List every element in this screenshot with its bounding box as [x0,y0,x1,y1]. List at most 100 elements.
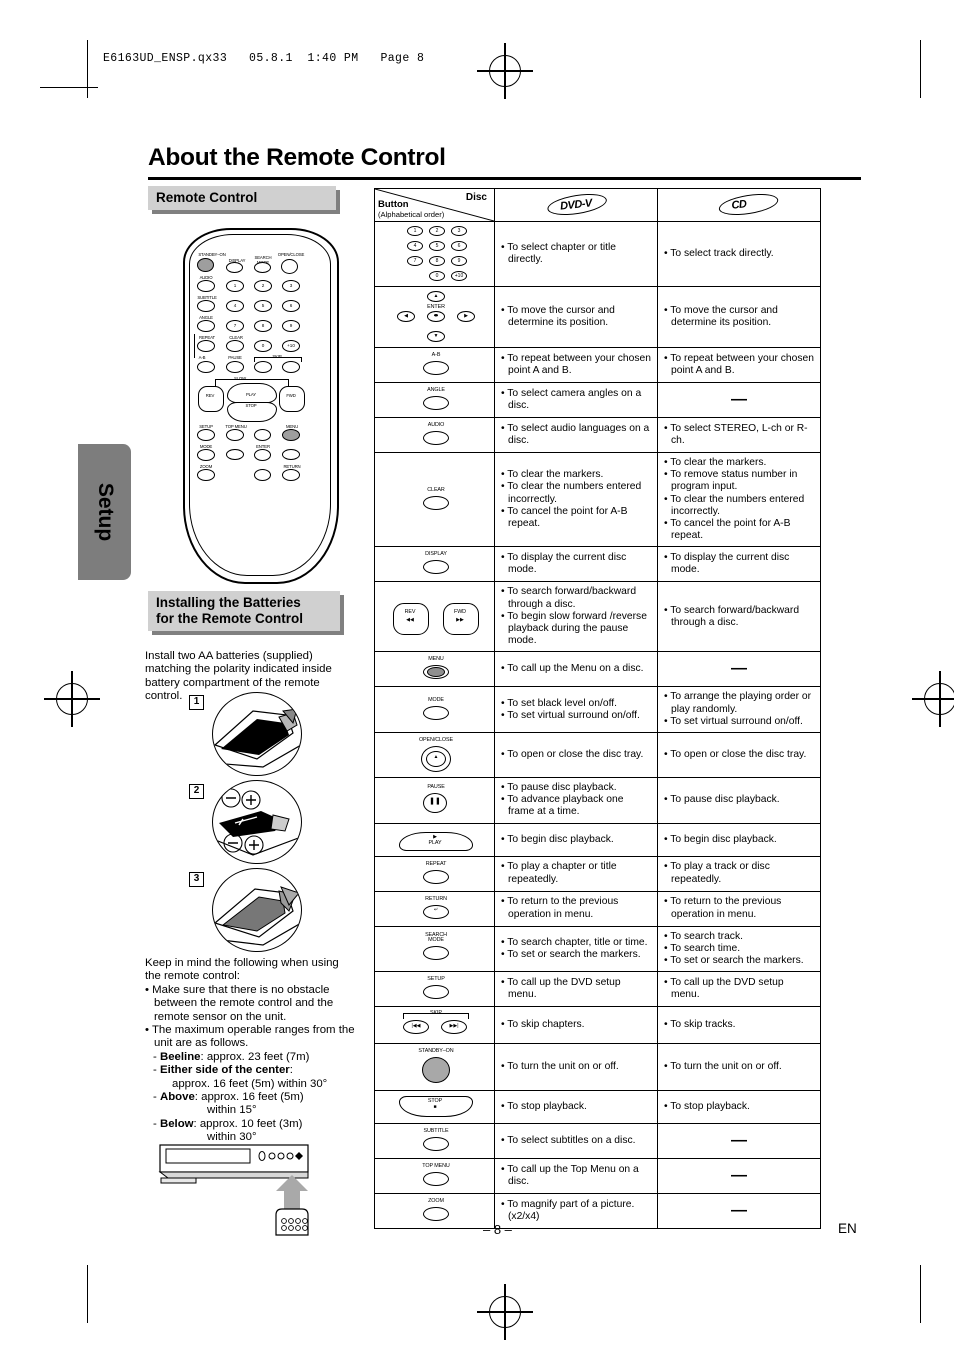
dvd-description-cell-text: • To magnify part of a picture. (x2/x4) [495,1195,657,1227]
table-row: STOP ■ • To stop playback. • To stop playba… [374,1090,821,1125]
label-stop: STOP [245,403,257,408]
remote-angle-button[interactable] [197,320,215,332]
battery-figure-3 [212,868,302,952]
remote-ab-button[interactable] [197,361,215,373]
header-cell-button: Disc Button (Alphabetical order) [374,188,495,222]
table-row: REPEAT • To play a chapter or title repea… [374,855,821,892]
description-line: • To set black level on/off. [501,697,617,709]
description-line: • To clear the numbers entered incorrect… [664,493,805,517]
button-graphic-top-menu: TOP MENU [375,1159,495,1193]
remote-pause-button[interactable] [226,361,244,373]
dvd-description-cell-text: • To search forward/backward through a d… [495,582,657,651]
remote-open-close-button[interactable] [281,259,298,274]
cd-description-cell: • To play a track or disc repeatedly. [657,855,821,892]
label-open-close: OPEN/CLOSE [277,252,305,257]
sidebar-tab-setup[interactable]: Setup [78,444,131,580]
description-line: • To display the current disc mode. [501,552,627,576]
dvd-description-cell: • To call up the DVD setup menu. [494,971,658,1008]
remote-clear-button[interactable] [226,340,244,352]
description-line: • To search time. [664,942,741,954]
range-item-above: - Above: approx. 16 feet (5m) [153,1091,304,1104]
button-cell: SKIP |◀◀ ▶▶| [374,1006,495,1045]
table-row: RETURN ↵ • To return to the previous opera… [374,890,821,927]
range-item-beeline: - Beeline: approx. 23 feet (7m) [153,1050,310,1063]
button-cell: PAUSE ❚❚ [374,777,495,824]
remote-zoom-button[interactable] [197,469,215,481]
button-key[interactable] [423,560,449,575]
cd-description-cell: • To call up the DVD setup menu. [657,971,821,1008]
button-graphic-numpad: 1 2 3 4 5 6 7 8 9 0 +10 [375,222,495,286]
remote-cursor-down-button[interactable] [254,469,271,481]
remote-top-menu-button[interactable] [226,429,244,441]
dvd-description-cell: • To set black level on/off. • To set vir… [494,686,658,734]
button-key[interactable] [423,1172,449,1187]
button-graphic-menu: MENU [375,652,495,686]
remote-subtitle-button[interactable] [197,300,215,312]
description-line: • To move the cursor and determine its p… [664,304,778,328]
button-key[interactable] [423,985,449,1000]
button-key[interactable] [423,705,449,720]
table-row: ▲ ENTER ◀ ⬬ ▶ ▼ • To move the cursor and deter… [374,286,821,348]
button-key[interactable] [423,1137,449,1152]
cd-description-cell-text: • To search track. • To search time. • To … [658,927,820,972]
remote-number-8-text: 8 [261,323,265,328]
table-row: MENU • To call up the Menu on a disc. — [374,651,821,688]
page-language-code: EN [838,1221,857,1236]
button-key[interactable] [423,869,449,884]
cd-description-cell: • To search track. • To search time. • To … [657,925,821,973]
description-line: • To advance playback one frame at a tim… [501,794,624,818]
button-key[interactable] [423,396,449,410]
dvd-description-cell: • To select chapter or title directly. [494,221,658,287]
description-line: • To call up the DVD setup menu. [664,977,784,1001]
range-value-side: : [289,1064,293,1077]
remote-setup-button[interactable] [197,429,215,441]
remote-fwd-button[interactable] [279,386,305,412]
remote-enter-button[interactable] [254,449,271,461]
remote-cursor-up-button[interactable] [254,429,271,441]
remote-mode-button[interactable] [197,449,215,461]
button-key[interactable] [423,431,449,445]
button-caption: TOP MENU [422,1163,450,1170]
remote-display-button[interactable] [226,262,243,273]
description-line: • To play a track or disc repeatedly. [664,861,770,885]
remote-menu-button[interactable] [282,429,300,441]
cd-description-cell: • To search forward/backward through a d… [657,581,821,653]
standby-key[interactable] [422,1057,450,1084]
button-caption: PAUSE [427,784,445,791]
battery-figure-3-art [213,886,301,946]
remote-cursor-left-button[interactable] [226,449,244,460]
description-line: • To stop playback. [501,1101,587,1113]
table-row: REV ◀◀ FWD ▶▶ • To search forward/backward t… [374,581,821,653]
ir-range-art [158,1144,309,1236]
return-icon: ↵ [433,906,439,913]
remote-standby-button[interactable] [197,258,214,272]
ir-range-illustration [158,1139,358,1239]
button-key[interactable] [423,495,449,510]
cd-description-cell-text: • To select track directly. [658,244,820,264]
empty-dash: — [731,1202,747,1220]
dvd-description-cell-text: • To select camera angles on a disc. [495,384,657,416]
button-cell: ▲ ENTER ◀ ⬬ ▶ ▼ [374,286,495,348]
key-1-text: 1 [413,228,417,234]
cd-description-cell: • To pause disc playback. [657,777,821,824]
remote-audio-button[interactable] [197,280,215,292]
remote-cursor-right-button[interactable] [282,449,300,460]
remote-skip-back-button[interactable] [254,361,272,373]
remote-search-mode-button[interactable] [254,262,271,273]
crop-mark-tl-v [87,40,89,98]
table-row: SUBTITLE • To select subtitles on a disc.… [374,1123,821,1160]
remote-return-button[interactable] [282,469,300,481]
button-cell: ZOOM [374,1193,495,1230]
button-graphic-open-close: OPEN/CLOSE ▲ [375,733,495,777]
remote-rev-button[interactable] [198,386,224,412]
remote-skip-fwd-button[interactable] [282,361,300,373]
description-line: • To set virtual surround on/off. [664,715,803,727]
button-key[interactable] [423,945,449,960]
button-key[interactable] [423,361,449,375]
description-line: • To stop playback. [664,1101,750,1113]
cd-description-cell: • To select STEREO, L-ch or R-ch. [657,417,821,453]
description-line: • To set or search the markers. [664,955,804,967]
button-graphic-a-b: A-B [375,348,495,382]
button-key[interactable] [423,1207,449,1222]
description-line: • To play a chapter or title repeatedly. [501,861,617,885]
